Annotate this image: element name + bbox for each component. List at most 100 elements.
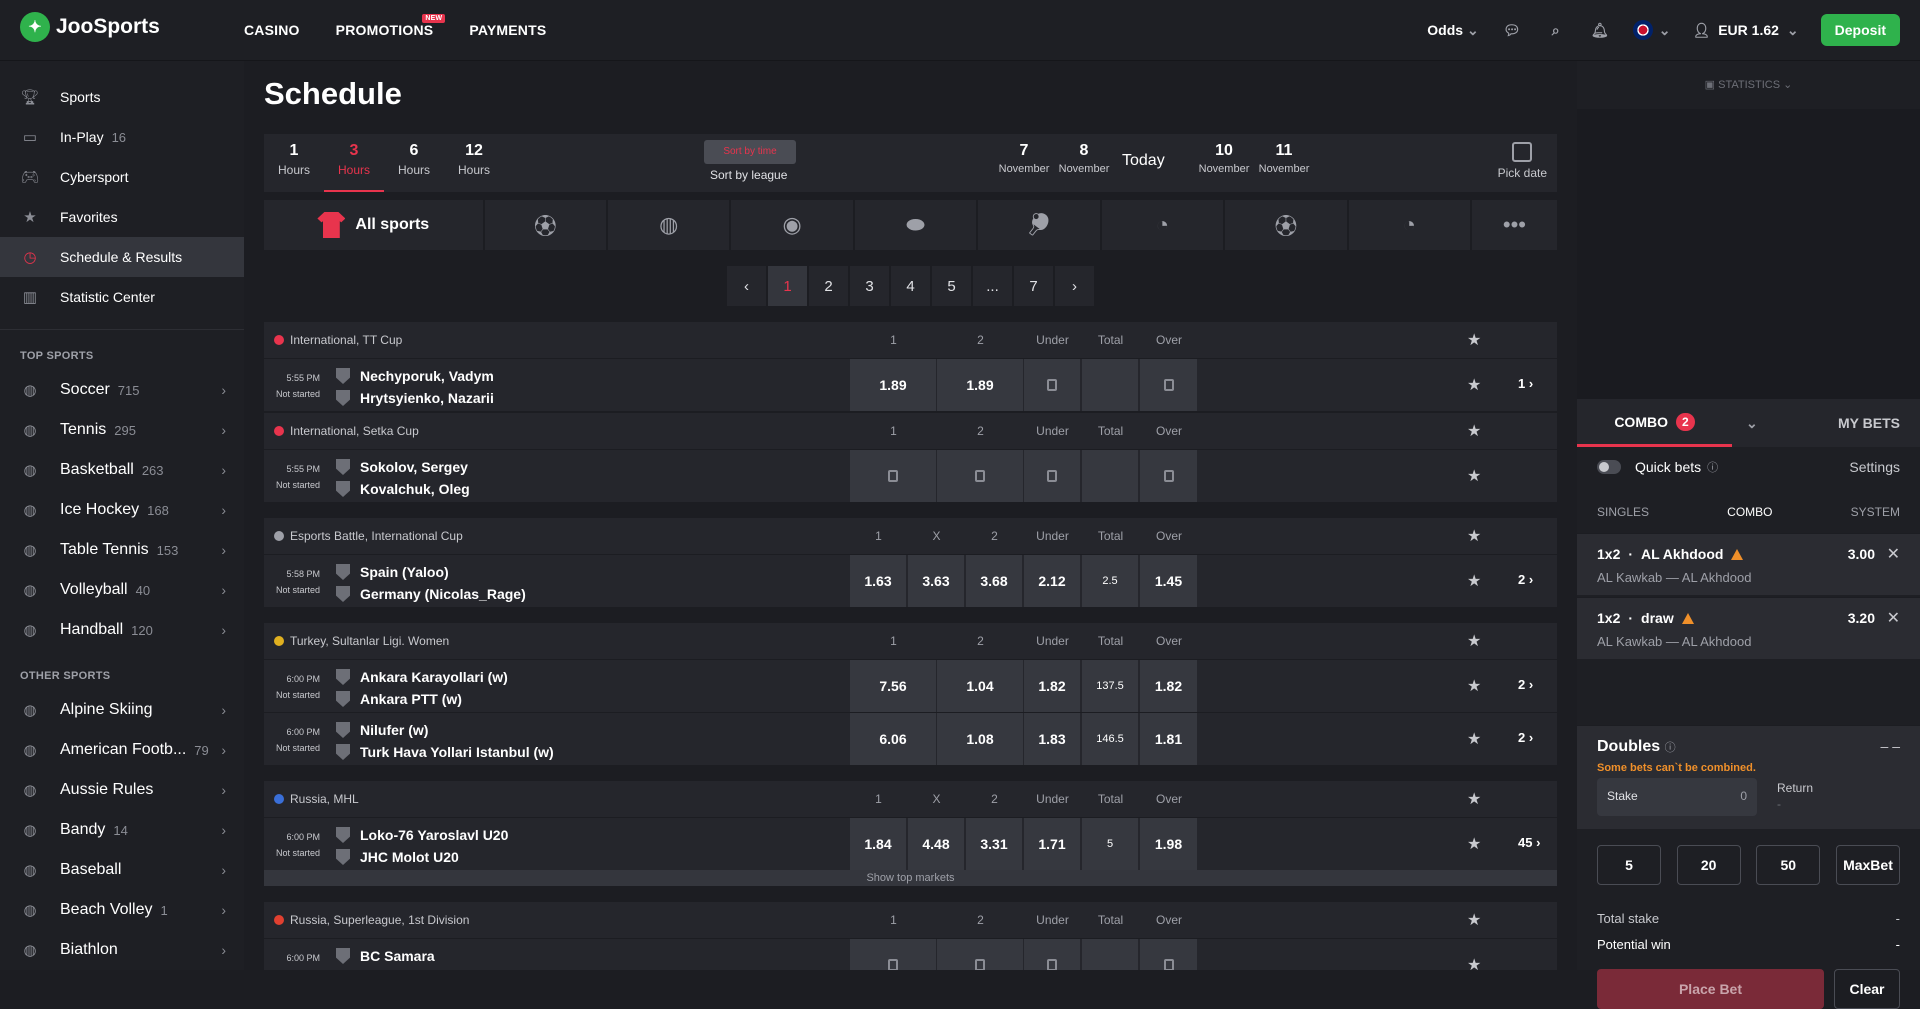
star-icon[interactable]: ★	[1467, 729, 1481, 749]
match-row[interactable]: 5:55 PM Not started Sokolov, Sergey Kovalch…	[264, 449, 1557, 502]
star-icon[interactable]: ★	[1467, 789, 1481, 809]
today-button[interactable]: Today	[1122, 152, 1165, 170]
odds-button[interactable]: 1.89	[937, 359, 1023, 411]
star-icon[interactable]: ★	[1467, 631, 1481, 651]
page-7[interactable]: 7	[1014, 266, 1053, 306]
pick-date-button[interactable]: Pick date	[1498, 142, 1547, 180]
hours-filter-1[interactable]: 1 Hours	[264, 142, 324, 177]
sidebar-sport-handball[interactable]: ◍ Handball 120 ›	[0, 610, 244, 650]
hours-filter-3[interactable]: 3 Hours	[324, 142, 384, 192]
stake-20-button[interactable]: 20	[1676, 845, 1741, 885]
odds-button[interactable]	[1024, 359, 1080, 411]
stake-5-button[interactable]: 5	[1597, 845, 1661, 885]
more-markets-link[interactable]: 1 ›	[1518, 376, 1533, 391]
more-sports-button[interactable]: •••	[1471, 200, 1557, 250]
next-page-button[interactable]: ›	[1055, 266, 1094, 306]
nav-payments[interactable]: PAYMENTS	[469, 22, 546, 38]
account-balance[interactable]: 👤︎ EUR 1.62 ⌄	[1692, 22, 1798, 39]
star-icon[interactable]: ★	[1467, 571, 1481, 591]
place-bet-button[interactable]: Place Bet	[1597, 969, 1824, 1009]
ice-hockey-filter[interactable]: ⬬	[854, 200, 977, 250]
more-markets-link[interactable]: 2 ›	[1518, 572, 1533, 587]
search-icon[interactable]: ⌕	[1545, 19, 1567, 41]
match-row[interactable]: 5:58 PM Not started Spain (Yaloo) Germany (…	[264, 554, 1557, 607]
odds-button[interactable]	[937, 939, 1023, 970]
page-3[interactable]: 3	[850, 266, 889, 306]
star-icon[interactable]: ★	[1467, 955, 1481, 970]
date-filter-7[interactable]: 7 November	[994, 142, 1054, 175]
date-filter-8[interactable]: 8 November	[1054, 142, 1114, 175]
date-filter-10[interactable]: 10 November	[1194, 142, 1254, 175]
sidebar-sport-soccer[interactable]: ◍ Soccer 715 ›	[0, 370, 244, 410]
star-icon[interactable]: ★	[1467, 526, 1481, 546]
odds-button[interactable]: 2.12	[1024, 555, 1080, 607]
sidebar-sport-basketball[interactable]: ◍ Basketball 263 ›	[0, 450, 244, 490]
match-row[interactable]: 5:55 PM Not started Nechyporuk, Vadym Hryts…	[264, 358, 1557, 411]
sidebar-sport-biathlon[interactable]: ◍ Biathlon ›	[0, 930, 244, 970]
quick-bets-toggle[interactable]	[1597, 460, 1621, 474]
match-row[interactable]: 6:00 PM Not started Nilufer (w) Turk Hava Y…	[264, 712, 1557, 765]
star-icon[interactable]: ★	[1467, 375, 1481, 395]
match-row[interactable]: 6:00 PM Not started BC SamaraUfimets UFA ★	[264, 938, 1557, 970]
star-icon[interactable]: ★	[1467, 910, 1481, 930]
odds-format-dropdown[interactable]: Odds ⌄	[1427, 22, 1478, 39]
sort-by-league-button[interactable]: Sort by league	[710, 168, 787, 182]
language-selector[interactable]: ⌄	[1632, 20, 1670, 40]
stake-50-button[interactable]: 50	[1756, 845, 1821, 885]
tab-my-bets[interactable]: MY BETS	[1818, 399, 1920, 447]
bell-icon[interactable]: 🔔︎	[1589, 19, 1611, 41]
stake-input[interactable]: Stake 0	[1597, 778, 1757, 816]
sidebar-item-sports[interactable]: 🏆︎ Sports	[0, 77, 244, 117]
all-sports-button[interactable]: All sports	[264, 200, 483, 250]
handball-filter[interactable]: ⚽︎	[1225, 200, 1347, 250]
prev-page-button[interactable]: ‹	[727, 266, 766, 306]
sidebar-item-in-play[interactable]: ▭ In-Play 16	[0, 117, 244, 157]
basketball-filter[interactable]: ◉	[731, 200, 853, 250]
page-4[interactable]: 4	[891, 266, 930, 306]
star-icon[interactable]: ★	[1467, 330, 1481, 350]
chat-icon[interactable]: 💬︎	[1501, 19, 1523, 41]
sidebar-sport-alpine-skiing[interactable]: ◍ Alpine Skiing ›	[0, 690, 244, 730]
tab-combo-type[interactable]: COMBO	[1727, 505, 1772, 519]
page-2[interactable]: 2	[809, 266, 848, 306]
sidebar-sport-american-footb-[interactable]: ◍ American Footb... 79 ›	[0, 730, 244, 770]
statistics-toggle[interactable]: ▣ STATISTICS ⌄	[1577, 73, 1920, 97]
table-tennis-filter[interactable]: 🏓︎	[978, 200, 1100, 250]
odds-button[interactable]	[1140, 450, 1197, 502]
beach-volley-filter[interactable]: ◔	[1348, 200, 1470, 250]
nav-promotions[interactable]: PROMOTIONS NEW	[336, 14, 446, 38]
sidebar-sport-aussie-rules[interactable]: ◍ Aussie Rules ›	[0, 770, 244, 810]
sidebar-item-cybersport[interactable]: 🎮︎ Cybersport	[0, 157, 244, 197]
sidebar-item-statistic-center[interactable]: ▥ Statistic Center	[0, 277, 244, 317]
page-1[interactable]: 1	[768, 266, 807, 306]
hours-filter-6[interactable]: 6 Hours	[384, 142, 444, 177]
odds-button[interactable]: 1.82	[1024, 660, 1080, 712]
odds-button[interactable]: 3.68	[966, 555, 1022, 607]
star-icon[interactable]: ★	[1467, 834, 1481, 854]
odds-button[interactable]: 1.71	[1024, 818, 1080, 870]
hours-filter-12[interactable]: 12 Hours	[444, 142, 504, 177]
star-icon[interactable]: ★	[1467, 676, 1481, 696]
max-bet-button[interactable]: MaxBet	[1835, 845, 1900, 885]
settings-button[interactable]: Settings	[1849, 459, 1900, 475]
tab-combo[interactable]: COMBO 2	[1577, 399, 1732, 447]
sidebar-item-schedule-results[interactable]: ◷ Schedule & Results	[0, 237, 244, 277]
odds-button[interactable]: 6.06	[850, 713, 936, 765]
sort-by-time-button[interactable]: Sort by time	[704, 140, 796, 164]
close-icon[interactable]: ✕	[1887, 608, 1900, 628]
odds-button[interactable]: 4.48	[908, 818, 964, 870]
soccer-filter[interactable]: ⚽︎	[484, 200, 606, 250]
logo[interactable]: ✦ JooSports	[20, 12, 160, 42]
match-row[interactable]: 6:00 PM Not started Ankara Karayollari (w)…	[264, 659, 1557, 712]
star-icon[interactable]: ★	[1467, 421, 1481, 441]
show-top-markets-button[interactable]: Show top markets	[264, 870, 1557, 886]
close-icon[interactable]: ✕	[1887, 544, 1900, 564]
odds-button[interactable]	[1024, 939, 1080, 970]
clear-button[interactable]: Clear	[1834, 969, 1900, 1009]
odds-button[interactable]: 1.98	[1140, 818, 1197, 870]
sidebar-sport-bandy[interactable]: ◍ Bandy 14 ›	[0, 810, 244, 850]
sidebar-sport-beach-volley[interactable]: ◍ Beach Volley 1 ›	[0, 890, 244, 930]
sidebar-sport-tennis[interactable]: ◍ Tennis 295 ›	[0, 410, 244, 450]
page-5[interactable]: 5	[932, 266, 971, 306]
tennis-filter[interactable]: ◍	[608, 200, 730, 250]
